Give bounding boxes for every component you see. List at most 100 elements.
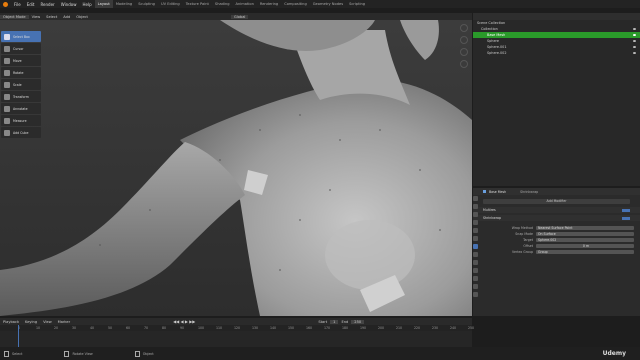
camera-icon[interactable] bbox=[460, 48, 468, 56]
eye-icon[interactable] bbox=[633, 46, 636, 48]
status-bar: Select Rotate View Object Udemy bbox=[0, 347, 640, 360]
tool-scale[interactable]: Scale bbox=[1, 79, 41, 90]
properties-modifier-tab[interactable]: Shrinkwrap bbox=[520, 190, 538, 194]
timeline-tick-label: 130 bbox=[252, 326, 259, 330]
modifier-multires[interactable]: Multires bbox=[473, 207, 640, 213]
tool-add-cube[interactable]: Add Cube bbox=[1, 127, 41, 138]
menu-edit[interactable]: Edit bbox=[24, 2, 38, 7]
properties-object-name: Base Mesh bbox=[489, 189, 507, 194]
mouse-middle-icon bbox=[64, 350, 70, 357]
add-modifier-button[interactable]: Add Modifier bbox=[483, 198, 630, 204]
eye-icon[interactable] bbox=[633, 28, 636, 30]
data-tab-icon[interactable] bbox=[473, 276, 478, 281]
tool-shelf: Select Box Cursor Move Rotate Scale Tran… bbox=[1, 31, 41, 139]
toggle-icon[interactable] bbox=[622, 208, 630, 212]
pan-hand-icon[interactable] bbox=[460, 36, 468, 44]
top-menu-bar: File Edit Render Window Help Layout Mode… bbox=[0, 0, 640, 8]
particles-tab-icon[interactable] bbox=[473, 252, 478, 257]
properties-tabs bbox=[473, 196, 479, 300]
vertex-group-field[interactable]: Vertex Group Group bbox=[473, 249, 640, 255]
timeline-tick-label: 230 bbox=[432, 326, 439, 330]
tool-rotate[interactable]: Rotate bbox=[1, 67, 41, 78]
tab-compositing[interactable]: Compositing bbox=[281, 0, 310, 8]
grid-icon[interactable] bbox=[460, 60, 468, 68]
timeline-tick-label: 180 bbox=[342, 326, 349, 330]
3d-viewport[interactable] bbox=[0, 20, 472, 316]
tool-transform[interactable]: Transform bbox=[1, 91, 41, 102]
menu-help[interactable]: Help bbox=[79, 2, 94, 7]
timeline-header: Playback Keying View Marker ◀◀ ◀ ▶ ▶▶ St… bbox=[0, 318, 472, 325]
material-tab-icon[interactable] bbox=[473, 284, 478, 289]
menu-window[interactable]: Window bbox=[58, 2, 80, 7]
tab-rendering[interactable]: Rendering bbox=[257, 0, 281, 8]
timeline-tick-label: 10 bbox=[36, 326, 41, 330]
tab-sculpting[interactable]: Sculpting bbox=[135, 0, 158, 8]
tool-select-box[interactable]: Select Box bbox=[1, 31, 41, 42]
tool-move[interactable]: Move bbox=[1, 55, 41, 66]
outliner-item-sphere-002[interactable]: Sphere.002 bbox=[473, 50, 640, 56]
render-tab-icon[interactable] bbox=[473, 204, 478, 209]
menu-file[interactable]: File bbox=[11, 2, 24, 7]
wrench-icon bbox=[483, 190, 486, 193]
modifier-shrinkwrap[interactable]: Shrinkwrap bbox=[473, 215, 640, 221]
output-tab-icon[interactable] bbox=[473, 212, 478, 217]
tab-modeling[interactable]: Modeling bbox=[113, 0, 135, 8]
zoom-icon[interactable] bbox=[460, 24, 468, 32]
timeline-tick-label: 20 bbox=[54, 326, 59, 330]
properties-header: Base Mesh Shrinkwrap bbox=[473, 188, 640, 195]
timeline-menu-marker[interactable]: Marker bbox=[55, 320, 73, 324]
tab-shading[interactable]: Shading bbox=[212, 0, 233, 8]
toggle-icon[interactable] bbox=[622, 216, 630, 220]
eye-icon[interactable] bbox=[633, 40, 636, 42]
timeline-menu-keying[interactable]: Keying bbox=[22, 320, 40, 324]
transform-orientation[interactable]: Global bbox=[230, 14, 249, 19]
timeline-tick-label: 150 bbox=[288, 326, 295, 330]
outliner: Scene Collection Collection Base Mesh Sp… bbox=[473, 13, 640, 186]
transform-icon bbox=[4, 93, 10, 100]
tool-annotate[interactable]: Annotate bbox=[1, 103, 41, 114]
annotate-icon bbox=[4, 105, 10, 112]
tool-tab-icon[interactable] bbox=[473, 196, 478, 201]
physics-tab-icon[interactable] bbox=[473, 260, 478, 265]
mode-select[interactable]: Object Mode bbox=[0, 14, 29, 19]
end-frame-field[interactable]: 250 bbox=[351, 319, 365, 324]
tab-uv-editing[interactable]: UV Editing bbox=[158, 0, 183, 8]
timeline-body[interactable] bbox=[0, 325, 472, 347]
status-select: Select bbox=[12, 351, 23, 356]
menu-view[interactable]: View bbox=[29, 15, 44, 19]
tab-texture-paint[interactable]: Texture Paint bbox=[183, 0, 212, 8]
menu-render[interactable]: Render bbox=[37, 2, 57, 7]
tab-animation[interactable]: Animation bbox=[233, 0, 257, 8]
texture-tab-icon[interactable] bbox=[473, 292, 478, 297]
tool-cursor[interactable]: Cursor bbox=[1, 43, 41, 54]
menu-object[interactable]: Object bbox=[73, 15, 91, 19]
tab-geometry-nodes[interactable]: Geometry Nodes bbox=[310, 0, 346, 8]
start-frame-field[interactable]: 1 bbox=[330, 319, 339, 324]
timeline-tick-label: 200 bbox=[378, 326, 385, 330]
timeline-tick-label: 140 bbox=[270, 326, 277, 330]
tab-layout[interactable]: Layout bbox=[94, 0, 113, 8]
timeline-tick-label: 160 bbox=[306, 326, 313, 330]
menu-select[interactable]: Select bbox=[43, 15, 60, 19]
scene-tab-icon[interactable] bbox=[473, 220, 478, 225]
modifier-tab-icon[interactable] bbox=[473, 244, 478, 249]
playhead[interactable] bbox=[18, 325, 19, 347]
scale-icon bbox=[4, 81, 10, 88]
outliner-header bbox=[473, 13, 640, 20]
constraints-tab-icon[interactable] bbox=[473, 268, 478, 273]
add-modifier-row: Add Modifier bbox=[473, 198, 640, 204]
blender-logo-icon[interactable] bbox=[3, 1, 8, 7]
mouse-left-icon bbox=[4, 350, 9, 357]
world-tab-icon[interactable] bbox=[473, 228, 478, 233]
timeline-menu-view[interactable]: View bbox=[40, 320, 55, 324]
eye-icon[interactable] bbox=[633, 52, 636, 54]
viewport-header: Object Mode View Select Add Object Globa… bbox=[0, 13, 472, 20]
object-tab-icon[interactable] bbox=[473, 236, 478, 241]
timeline-tick-label: 190 bbox=[360, 326, 367, 330]
play-controls[interactable]: ◀◀ ◀ ▶ ▶▶ bbox=[173, 319, 195, 324]
menu-add[interactable]: Add bbox=[60, 15, 73, 19]
eye-icon[interactable] bbox=[633, 34, 636, 36]
tab-scripting[interactable]: Scripting bbox=[346, 0, 368, 8]
timeline-menu-playback[interactable]: Playback bbox=[0, 320, 22, 324]
tool-measure[interactable]: Measure bbox=[1, 115, 41, 126]
